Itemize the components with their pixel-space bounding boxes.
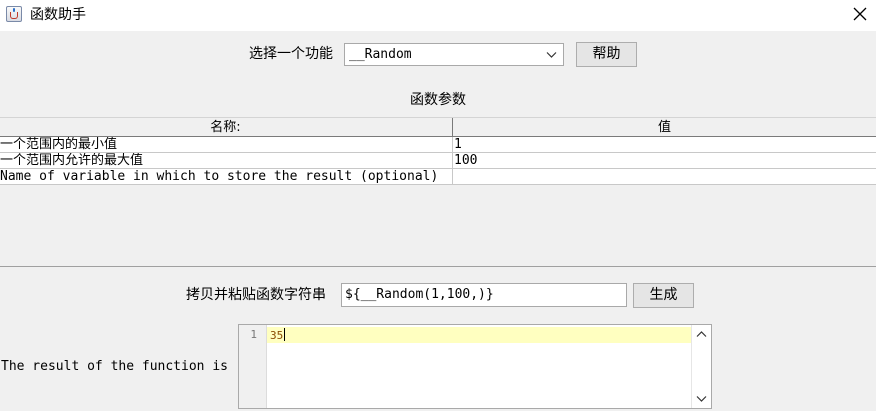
function-string-field[interactable]: ${__Random(1,100,)} — [341, 283, 627, 307]
table-row: 一个范围内的最小值 1 — [0, 137, 876, 153]
close-button[interactable] — [848, 3, 872, 25]
function-select[interactable]: __Random — [344, 43, 564, 66]
scroll-down-icon[interactable] — [696, 393, 707, 404]
scroll-up-icon[interactable] — [696, 329, 707, 340]
result-value: 35 — [270, 329, 284, 342]
column-header-name[interactable]: 名称: — [0, 118, 451, 137]
param-value-cell[interactable]: 100 — [452, 153, 876, 168]
chevron-down-icon — [546, 52, 557, 58]
param-name-cell: 一个范围内允许的最大值 — [0, 153, 144, 168]
text-caret — [284, 328, 286, 341]
result-text-area[interactable]: 1 35 — [238, 324, 712, 409]
table-header: 名称: 值 — [0, 117, 876, 137]
param-name-cell: Name of variable in which to store the r… — [0, 169, 439, 184]
param-value-cell[interactable] — [452, 169, 876, 184]
close-icon — [853, 7, 867, 21]
column-header-value[interactable]: 值 — [452, 118, 876, 137]
help-button[interactable]: 帮助 — [576, 42, 637, 67]
line-number: 1 — [250, 328, 257, 341]
function-select-value: __Random — [349, 47, 412, 62]
copy-string-label: 拷贝并粘贴函数字符串 — [186, 287, 326, 303]
result-value-line[interactable]: 35 — [270, 328, 286, 343]
parameters-table: 名称: 值 一个范围内的最小值 1 一个范围内允许的最大值 100 Name o… — [0, 117, 876, 185]
generate-button[interactable]: 生成 — [633, 283, 694, 308]
table-row: 一个范围内允许的最大值 100 — [0, 153, 876, 169]
window-title: 函数助手 — [30, 7, 86, 23]
function-select-label: 选择一个功能 — [249, 46, 333, 62]
vertical-scrollbar[interactable] — [691, 325, 711, 408]
result-label: The result of the function is — [1, 359, 228, 374]
section-divider — [0, 266, 876, 267]
parameters-title: 函数参数 — [410, 92, 466, 108]
title-bar: 函数助手 — [0, 0, 876, 31]
table-row: Name of variable in which to store the r… — [0, 169, 876, 185]
java-cup-icon — [6, 6, 22, 22]
param-value-cell[interactable]: 1 — [452, 137, 876, 152]
line-number-gutter: 1 — [239, 325, 267, 408]
param-name-cell: 一个范围内的最小值 — [0, 137, 118, 152]
current-line-highlight — [267, 327, 691, 343]
